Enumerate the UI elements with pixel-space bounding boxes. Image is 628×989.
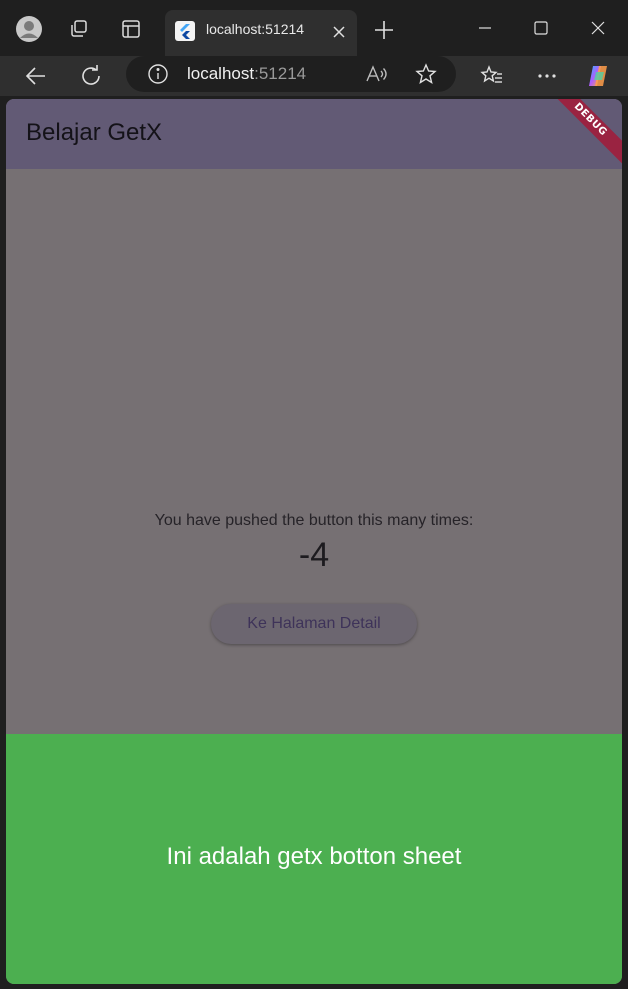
- app-bar: Belajar GetX DEBUG: [6, 99, 622, 169]
- address-bar[interactable]: localhost:51214: [126, 56, 456, 92]
- app-bar-title: Belajar GetX: [26, 119, 163, 146]
- more-options-icon[interactable]: [533, 62, 561, 90]
- copilot-icon[interactable]: [585, 62, 613, 90]
- back-arrow-icon[interactable]: [22, 62, 50, 90]
- counter-value: -4: [298, 536, 330, 574]
- url-host: localhost: [187, 64, 255, 83]
- read-aloud-icon[interactable]: [364, 63, 388, 85]
- favorites-icon[interactable]: [478, 62, 506, 90]
- page-viewport: Belajar GetX DEBUG You have pushed the b…: [6, 99, 622, 984]
- bottom-sheet-text: Ini adalah getx botton sheet: [166, 843, 462, 870]
- detail-page-button[interactable]: Ke Halaman Detail: [211, 604, 417, 644]
- site-info-icon[interactable]: [147, 63, 169, 85]
- profile-avatar-icon[interactable]: [14, 14, 44, 44]
- flutter-favicon-icon: [175, 21, 195, 41]
- url-text: localhost:51214: [187, 64, 306, 84]
- counter-label: You have pushed the button this many tim…: [154, 512, 474, 529]
- workspaces-icon[interactable]: [64, 14, 94, 44]
- favorite-star-icon[interactable]: [414, 63, 438, 85]
- tab-close-icon[interactable]: [329, 22, 349, 42]
- minimize-icon[interactable]: [471, 14, 499, 42]
- maximize-icon[interactable]: [527, 14, 555, 42]
- tab-title: localhost:51214: [206, 21, 305, 37]
- active-tab[interactable]: localhost:51214: [165, 10, 357, 56]
- browser-toolbar: localhost:51214: [0, 56, 628, 96]
- debug-banner: DEBUG: [541, 99, 622, 169]
- url-port: :51214: [254, 64, 307, 83]
- refresh-icon[interactable]: [77, 62, 105, 90]
- new-tab-plus-icon[interactable]: [372, 18, 396, 42]
- window-close-icon[interactable]: [584, 14, 612, 42]
- browser-title-bar: localhost:51214: [0, 0, 628, 56]
- tab-actions-icon[interactable]: [116, 14, 146, 44]
- bottom-sheet: Ini adalah getx botton sheet: [6, 734, 622, 984]
